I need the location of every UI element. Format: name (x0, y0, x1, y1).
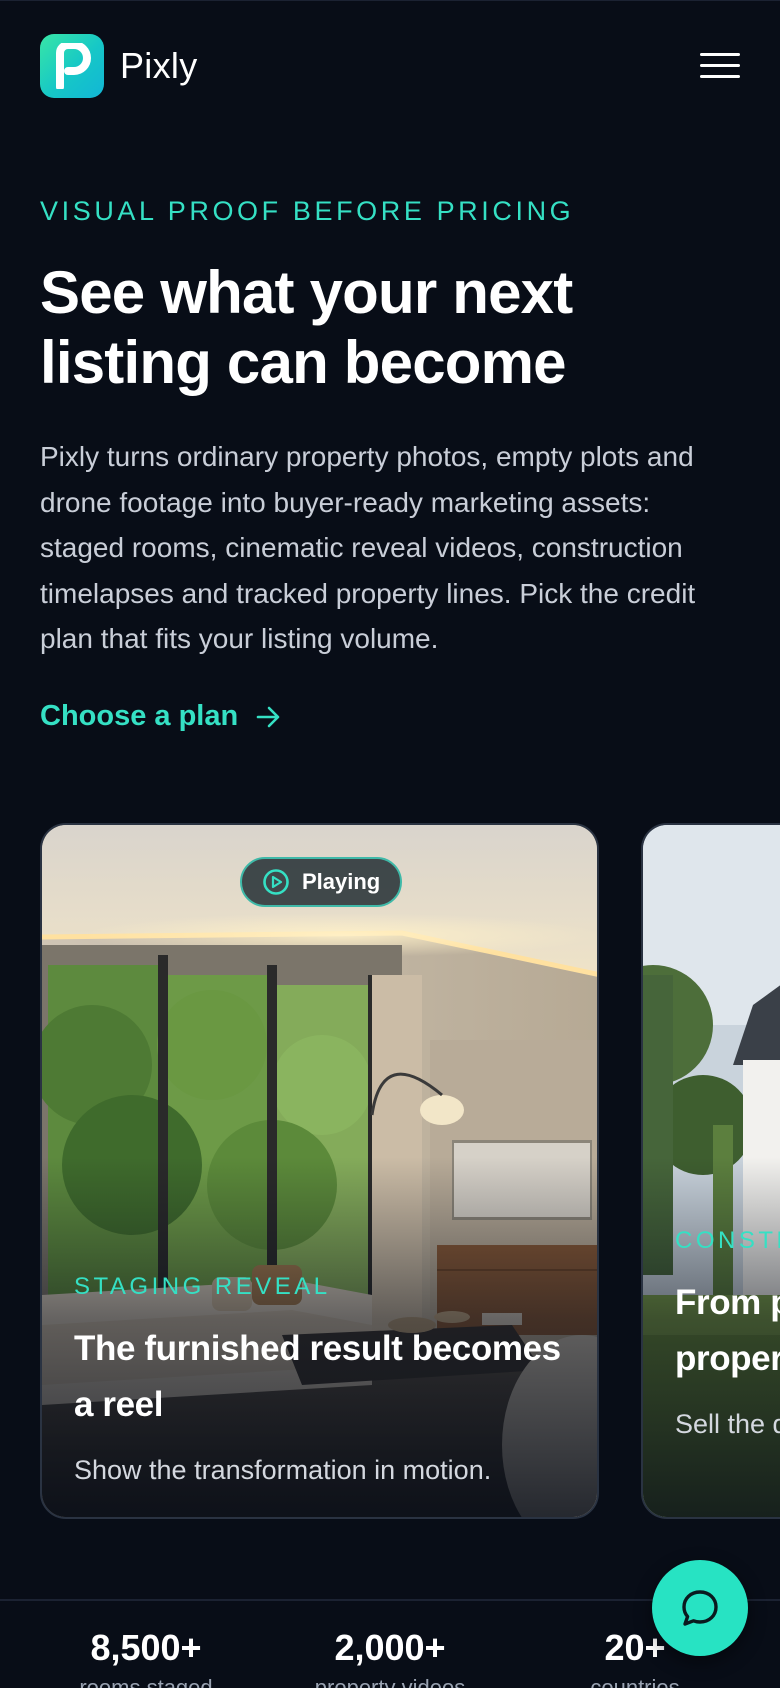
page: Pixly VISUAL PROOF BEFORE PRICING See wh… (0, 0, 780, 1688)
arrow-right-icon (256, 706, 280, 727)
stat-value: 8,500+ (90, 1627, 202, 1668)
showcase-card-construction[interactable]: CONSTR From p proper Sell the done. (641, 823, 780, 1519)
menu-line (700, 63, 740, 67)
hero-eyebrow: VISUAL PROOF BEFORE PRICING (40, 196, 575, 226)
card-description: Sell the done. (675, 1409, 780, 1439)
card-description: Show the transformation in motion. (74, 1455, 492, 1485)
brand-name[interactable]: Pixly (120, 45, 198, 87)
menu-line (700, 52, 740, 56)
chat-bubble-icon (682, 1590, 718, 1626)
card-title: The furnished result becomes a reel (74, 1329, 561, 1424)
choose-plan-link[interactable]: Choose a plan (40, 700, 282, 733)
stat-item: 2,000+ property videos (290, 1627, 490, 1688)
stat-label: property videos (314, 1675, 466, 1688)
card-tag: STAGING REVEAL (74, 1273, 331, 1300)
playing-label: Playing (302, 869, 381, 894)
card-title-line: From p (675, 1283, 780, 1322)
site-header: Pixly (0, 0, 780, 130)
chat-button[interactable] (652, 1560, 748, 1656)
play-circle-icon (263, 869, 289, 895)
hamburger-menu-icon[interactable] (700, 45, 740, 85)
stat-label: countries (590, 1675, 680, 1688)
stat-value: 2,000+ (334, 1627, 446, 1668)
card-title: From p proper (675, 1275, 780, 1387)
card-title-line: proper (675, 1339, 780, 1378)
pixly-logo-icon[interactable] (40, 33, 104, 98)
hero-title: See what your next listing can become (40, 259, 573, 396)
showcase-card-staging[interactable]: Playing STAGING REVEAL The furnished res… (40, 823, 599, 1519)
stat-item: 8,500+ rooms staged (48, 1627, 244, 1688)
playing-status-pill[interactable]: Playing (240, 857, 402, 907)
hero-description: Pixly turns ordinary property photos, em… (40, 441, 696, 654)
card-tag: CONSTR (675, 1227, 780, 1254)
cta-label: Choose a plan (40, 700, 239, 732)
menu-line (700, 74, 740, 78)
stat-label: rooms staged (79, 1675, 213, 1688)
